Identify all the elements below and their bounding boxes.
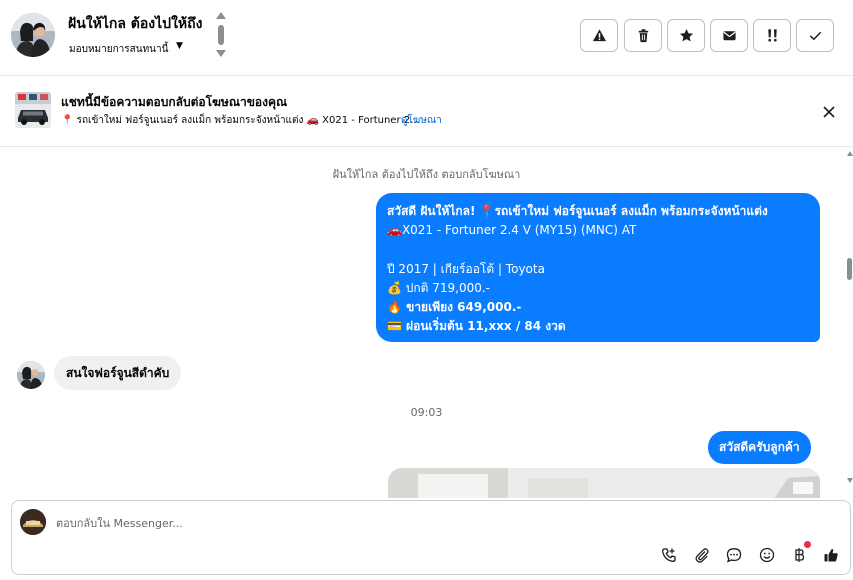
chat-bubble-icon	[726, 548, 742, 563]
message-line: สวัสดี ฝันให้ไกล! 📍รถเข้าใหม่ ฟอร์จูนเนอ…	[387, 204, 768, 218]
contact-avatar-image	[11, 13, 55, 57]
close-icon	[823, 106, 835, 118]
delete-button[interactable]	[624, 19, 662, 52]
contact-avatar-small[interactable]	[17, 361, 45, 389]
reply-input[interactable]	[56, 514, 756, 532]
outgoing-photo[interactable]	[388, 468, 820, 498]
checkmark-icon	[809, 31, 821, 41]
scroll-down-arrow-icon[interactable]	[216, 50, 226, 57]
ad-thumbnail[interactable]	[15, 92, 51, 128]
star-button[interactable]	[667, 19, 705, 52]
scrollbar-thumb[interactable]	[847, 258, 852, 280]
contact-name[interactable]: ฝันให้ไกล ต้องไปให้ถึง	[68, 13, 202, 35]
message-line: 💰 ปกติ 719,000.-	[387, 280, 491, 295]
mark-unread-button[interactable]	[710, 19, 748, 52]
view-ad-link[interactable]: ดูโฆษณา	[401, 113, 442, 128]
smiley-icon	[759, 547, 775, 563]
message-scrollbar[interactable]	[846, 148, 853, 498]
star-icon	[679, 28, 693, 42]
scroll-down-arrow-icon[interactable]	[847, 478, 853, 483]
contact-avatar[interactable]	[11, 13, 55, 57]
report-button[interactable]	[580, 19, 618, 52]
envelope-icon	[722, 31, 736, 41]
ad-banner-text: 📍 รถเข้าใหม่ ฟอร์จูนเนอร์ ลงแม็ก พร้อมกร…	[61, 115, 420, 126]
ad-reply-banner: แชทนี้มีข้อความตอบกลับต่อโฆษณาของคุณ 📍 ร…	[0, 77, 853, 147]
paperclip-icon	[695, 548, 709, 563]
baht-icon	[795, 548, 805, 562]
trash-icon	[638, 29, 648, 43]
notification-dot	[804, 541, 811, 548]
scroll-up-arrow-icon[interactable]	[847, 151, 853, 156]
page-avatar	[20, 509, 46, 535]
message-thread[interactable]: ฝันให้ไกล ต้องไปให้ถึง ตอบกลับโฆษณา สวัส…	[0, 148, 853, 498]
ad-banner-title: แชทนี้มีข้อความตอบกลับต่อโฆษณาของคุณ	[61, 95, 288, 109]
header-scroll-stepper[interactable]	[215, 12, 227, 60]
exclamation-icon	[767, 29, 777, 42]
message-composer	[11, 500, 851, 575]
caret-down-icon[interactable]: ▼	[176, 41, 183, 51]
outgoing-message[interactable]: สวัสดี ฝันให้ไกล! 📍รถเข้าใหม่ ฟอร์จูนเนอ…	[376, 193, 820, 342]
ad-reply-system-note: ฝันให้ไกล ต้องไปให้ถึง ตอบกลับโฆษณา	[332, 168, 521, 181]
incoming-message[interactable]: สนใจฟอร์จูนสีดำคับ	[54, 356, 182, 390]
call-button[interactable]	[658, 544, 680, 566]
contact-avatar-small-image	[17, 361, 45, 389]
conversation-header: ฝันให้ไกล ต้องไปให้ถึง มอบหมายการสนทนานี…	[0, 0, 853, 76]
emoji-button[interactable]	[756, 544, 778, 566]
warning-icon	[592, 29, 606, 42]
close-banner-button[interactable]	[819, 102, 839, 122]
done-button[interactable]	[796, 19, 834, 52]
saved-replies-button[interactable]	[723, 544, 745, 566]
scroll-up-arrow-icon[interactable]	[216, 12, 226, 19]
message-line: 🚗X021 - Fortuner 2.4 V (MY15) (MNC) AT	[387, 223, 637, 238]
like-button[interactable]	[820, 544, 842, 566]
timestamp-separator: 09:03	[410, 406, 443, 419]
message-line: ปี 2017 | เกียร์ออโต้ | Toyota	[387, 261, 545, 276]
thumbs-up-icon	[824, 549, 838, 562]
outgoing-message[interactable]: สวัสดีครับลูกค้า	[708, 431, 811, 464]
message-line: 🔥 ขายเพียง 649,000.-	[387, 300, 522, 314]
photo-preview	[388, 468, 820, 498]
follow-up-button[interactable]	[753, 19, 791, 52]
assign-conversation-link[interactable]: มอบหมายการสนทนานี้	[69, 42, 168, 57]
phone-add-icon	[662, 548, 676, 562]
page-avatar-image	[20, 509, 46, 535]
scroll-thumb[interactable]	[218, 25, 224, 45]
message-line: 💳 ผ่อนเริ่มต้น 11,xxx / 84 งวด	[387, 319, 566, 334]
attach-button[interactable]	[691, 544, 713, 566]
ad-thumbnail-image	[15, 92, 51, 128]
